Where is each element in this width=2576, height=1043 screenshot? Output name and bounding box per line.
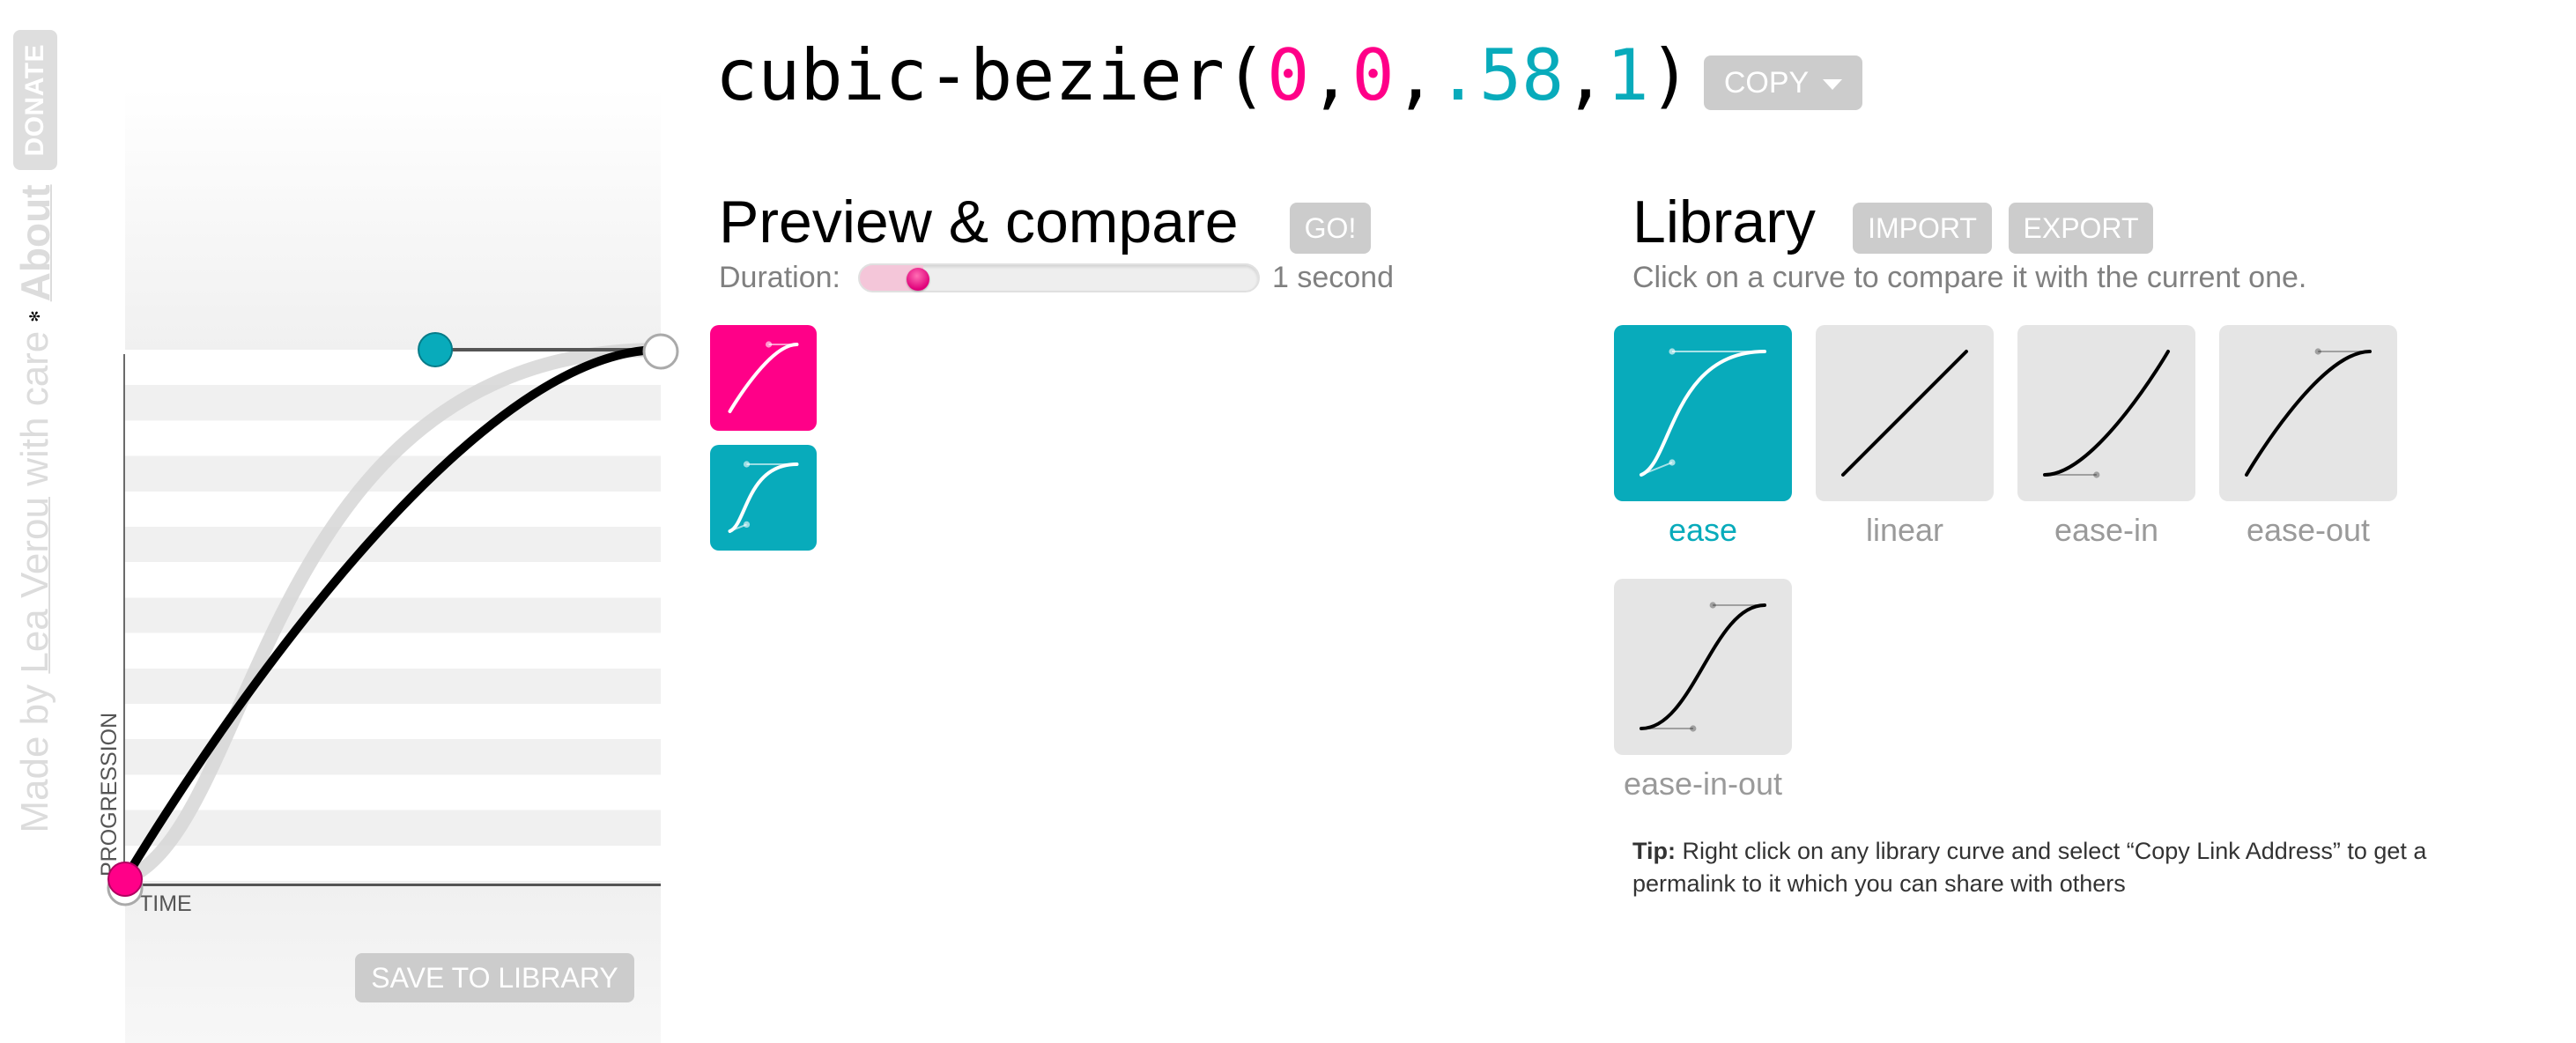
curve-thumbnail-icon — [1640, 348, 1766, 477]
donate-button[interactable]: DONATE — [13, 30, 57, 171]
with-care-text: with care — [13, 330, 56, 486]
thumb-handle-2-dot — [765, 341, 773, 348]
duration-slider-thumb[interactable] — [906, 268, 929, 291]
tip-label: Tip: — [1632, 838, 1676, 864]
preview-current-square[interactable] — [710, 325, 817, 431]
duration-slider[interactable] — [858, 263, 1260, 292]
made-by-text: Made by — [13, 684, 56, 833]
duration-value: 1 second — [1272, 261, 1394, 294]
library-card[interactable] — [1614, 579, 1792, 755]
time-axis — [123, 884, 661, 886]
tip-body: Right click on any library curve and sel… — [1632, 838, 2427, 897]
preview-compare-square[interactable] — [710, 445, 817, 551]
thumb-handle-1-dot — [2093, 471, 2100, 478]
title-comma: , — [1309, 34, 1352, 116]
preview-current-curve-icon — [728, 341, 799, 413]
handle-2-teal[interactable] — [418, 332, 454, 367]
p2x-value: .58 — [1436, 34, 1565, 116]
cubic-bezier-output: cubic-bezier(0,0,.58,1) — [715, 32, 1691, 120]
credit-text: Made by Lea Verou with care — [13, 331, 57, 833]
thumb-handle-1-dot — [743, 521, 751, 528]
thumb-handle-2-dot — [1669, 348, 1676, 355]
progression-axis-label: PROGRESSION — [97, 712, 122, 877]
chevron-down-icon — [1823, 79, 1843, 90]
thumb-curve — [1640, 350, 1766, 477]
copy-button-label: COPY — [1723, 65, 1810, 100]
curve-thumbnail-icon — [2245, 348, 2372, 477]
library-card[interactable] — [2017, 325, 2195, 501]
library-card[interactable] — [1816, 325, 1994, 501]
thumb-curve — [2245, 350, 2372, 477]
progression-axis — [123, 354, 125, 884]
time-axis-label: TIME — [139, 891, 192, 916]
thumb-curve — [2043, 350, 2170, 477]
library-hint: Click on a curve to compare it with the … — [1632, 261, 2307, 294]
thumb-handle-1-dot — [1669, 459, 1676, 466]
title-prefix: cubic-bezier( — [715, 34, 1268, 116]
thumb-handle-2-dot — [1709, 602, 1716, 609]
sidebar: Made by Lea Verou with care ✻ About DONA… — [12, 30, 58, 858]
thumb-curve — [728, 343, 799, 413]
library-item-ease-in-out[interactable]: ease-in-out — [1614, 579, 1792, 803]
title-suffix: ) — [1648, 34, 1691, 116]
library-item-label: linear — [1865, 512, 1944, 548]
thumb-curve — [1841, 350, 1968, 477]
title-comma: , — [1564, 34, 1607, 116]
library-item-label: ease-in — [2054, 512, 2159, 548]
thumb-curve — [728, 462, 799, 533]
curve-thumbnail-icon — [1640, 602, 1766, 732]
library-card[interactable] — [2219, 325, 2397, 501]
library-item-label: ease — [1668, 512, 1738, 548]
export-button[interactable]: EXPORT — [2009, 203, 2153, 254]
curve-thumbnail-icon — [1841, 350, 1968, 477]
library-item-label: ease-out — [2246, 512, 2371, 548]
p1y-value: 0 — [1351, 34, 1395, 116]
thumb-handle-1-dot — [1690, 725, 1697, 732]
library-card[interactable] — [1614, 325, 1792, 501]
go-button[interactable]: GO! — [1290, 203, 1371, 254]
library-item-label: ease-in-out — [1623, 766, 1783, 802]
thumb-handle-2-dot — [2314, 348, 2321, 355]
copy-button[interactable]: COPY — [1704, 55, 1862, 110]
curve-thumbnail-icon — [2043, 350, 2170, 478]
preview-compare-curve-icon — [728, 461, 799, 533]
author-link[interactable]: Lea Verou — [13, 497, 56, 674]
save-to-library-button[interactable]: SAVE TO LIBRARY — [355, 953, 634, 1002]
curve-plot-area[interactable] — [125, 350, 661, 881]
flower-icon: ✻ — [28, 310, 43, 322]
handle-1-pink[interactable] — [107, 862, 143, 897]
import-button[interactable]: IMPORT — [1853, 203, 1992, 254]
tip-text: Tip: Right click on any library curve an… — [1632, 835, 2496, 900]
preview-heading: Preview & compare — [719, 189, 1239, 255]
thumb-curve — [1640, 603, 1766, 730]
thumb-handle-2-dot — [743, 461, 751, 468]
p1x-value: 0 — [1267, 34, 1310, 116]
library-heading: Library — [1632, 189, 1816, 255]
p2y-value: 1 — [1606, 34, 1649, 116]
duration-label: Duration: — [719, 261, 840, 294]
library-item-ease-in[interactable]: ease-in — [2017, 325, 2195, 549]
about-link[interactable]: About — [11, 184, 59, 301]
title-comma: , — [1394, 34, 1437, 116]
library-item-linear[interactable]: linear — [1816, 325, 1994, 549]
library-item-ease[interactable]: ease — [1614, 325, 1792, 549]
library-item-ease-out[interactable]: ease-out — [2219, 325, 2397, 549]
